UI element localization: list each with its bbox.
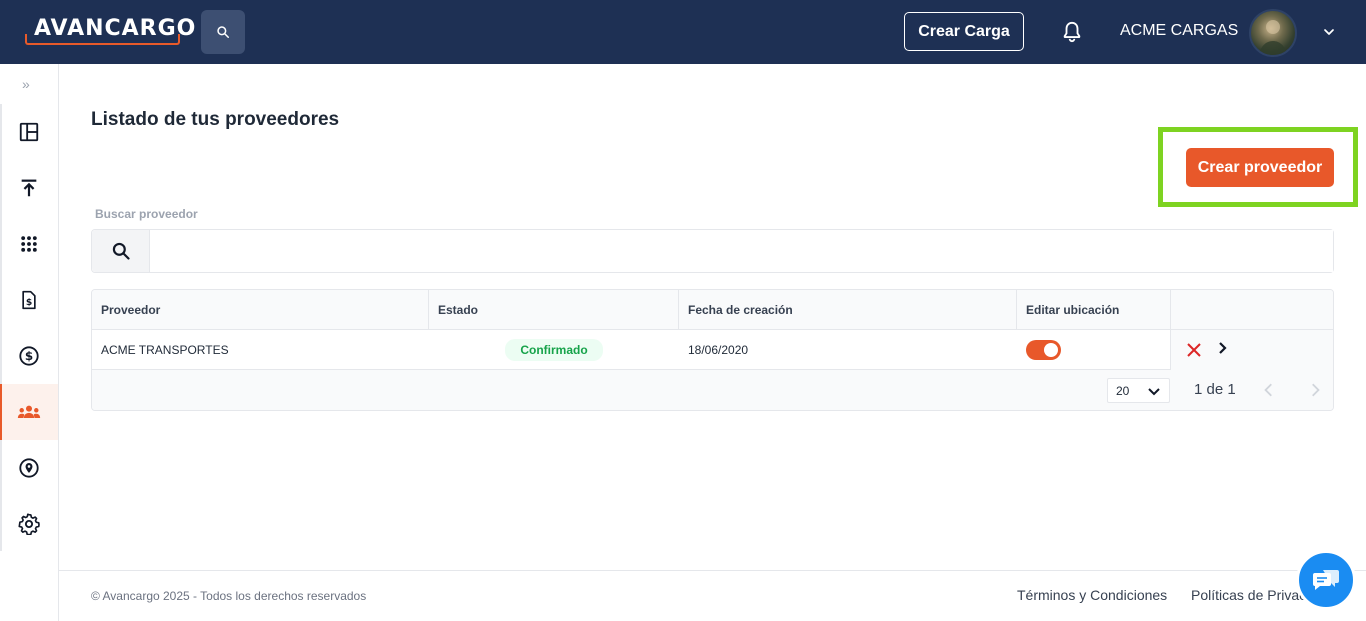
dashboard-icon xyxy=(19,122,39,142)
global-search-button[interactable] xyxy=(201,10,245,54)
notifications-bell-icon[interactable] xyxy=(1061,20,1083,44)
sidebar-item-upload[interactable] xyxy=(0,160,58,216)
sidebar-item-locations[interactable] xyxy=(0,440,58,496)
chat-icon xyxy=(1313,570,1339,590)
svg-text:$: $ xyxy=(25,349,33,363)
status-cell: Confirmado xyxy=(429,330,679,370)
create-provider-button[interactable]: Crear proveedor xyxy=(1186,148,1334,187)
top-bar: AVANCARGO Crear Carga ACME CARGAS xyxy=(0,0,1366,64)
rows-per-page-value: 20 xyxy=(1116,383,1130,398)
edit-location-cell xyxy=(1017,330,1171,370)
column-header-created[interactable]: Fecha de creación xyxy=(679,290,1017,330)
search-icon xyxy=(112,242,130,260)
people-icon xyxy=(17,405,41,418)
sidebar-item-providers[interactable] xyxy=(0,384,58,440)
chat-button[interactable] xyxy=(1296,550,1356,610)
expand-sidebar-button[interactable]: » xyxy=(22,76,30,92)
sidebar-item-apps[interactable] xyxy=(0,216,58,272)
edit-location-toggle[interactable] xyxy=(1026,340,1061,360)
previous-page-icon[interactable] xyxy=(1262,382,1276,398)
provider-name: ACME TRANSPORTES xyxy=(101,343,229,357)
table-row[interactable]: ACME TRANSPORTES Confirmado 18/06/2020 xyxy=(92,330,1333,370)
sidebar-item-invoices[interactable]: $ xyxy=(0,272,58,328)
search-input[interactable] xyxy=(150,230,1333,272)
column-header-edit-location[interactable]: Editar ubicación xyxy=(1017,290,1171,330)
status-badge: Confirmado xyxy=(505,339,603,361)
grid-dots-icon xyxy=(21,236,37,252)
chevron-right-icon[interactable] xyxy=(1218,341,1228,355)
search-label: Buscar proveedor xyxy=(95,207,198,221)
location-pin-icon xyxy=(19,458,39,478)
sidebar-item-dashboard[interactable] xyxy=(0,104,58,160)
providers-table: Proveedor Estado Fecha de creación Edita… xyxy=(91,289,1334,411)
rows-per-page-select[interactable]: 20 xyxy=(1107,378,1170,403)
footer-divider xyxy=(59,570,1366,571)
gear-icon xyxy=(18,513,40,535)
search-icon xyxy=(217,26,230,39)
create-load-button[interactable]: Crear Carga xyxy=(904,12,1024,51)
sidebar: » $ $ xyxy=(0,64,59,621)
column-header-status[interactable]: Estado xyxy=(429,290,679,330)
chevron-down-icon xyxy=(1148,388,1160,396)
sidebar-item-settings[interactable] xyxy=(0,496,58,552)
created-date: 18/06/2020 xyxy=(688,343,749,357)
dollar-icon: $ xyxy=(19,346,39,366)
company-name: ACME CARGAS xyxy=(1120,22,1239,39)
privacy-link[interactable]: Políticas de Privacidad xyxy=(1191,587,1311,603)
next-page-icon[interactable] xyxy=(1308,382,1322,398)
delete-icon[interactable] xyxy=(1187,343,1201,357)
invoice-icon: $ xyxy=(22,290,36,310)
upload-icon xyxy=(21,179,37,197)
logo-underline xyxy=(25,34,180,45)
sidebar-item-payments[interactable]: $ xyxy=(0,328,58,384)
page-info: 1 de 1 xyxy=(1194,381,1236,398)
chevron-down-icon[interactable] xyxy=(1320,24,1338,40)
terms-link[interactable]: Términos y Condiciones xyxy=(1017,587,1167,603)
avancargo-logo[interactable]: AVANCARGO xyxy=(25,14,195,46)
row-actions xyxy=(1170,330,1333,370)
user-avatar[interactable] xyxy=(1249,9,1297,57)
svg-text:$: $ xyxy=(26,297,32,308)
page-title: Listado de tus proveedores xyxy=(91,109,340,130)
table-header: Proveedor Estado Fecha de creación Edita… xyxy=(92,290,1333,330)
search-bar xyxy=(91,229,1334,273)
search-icon-box xyxy=(92,230,150,272)
column-header-provider[interactable]: Proveedor xyxy=(92,290,429,330)
copyright-text: © Avancargo 2025 - Todos los derechos re… xyxy=(91,589,367,603)
table-pagination: 20 1 de 1 xyxy=(92,370,1333,410)
